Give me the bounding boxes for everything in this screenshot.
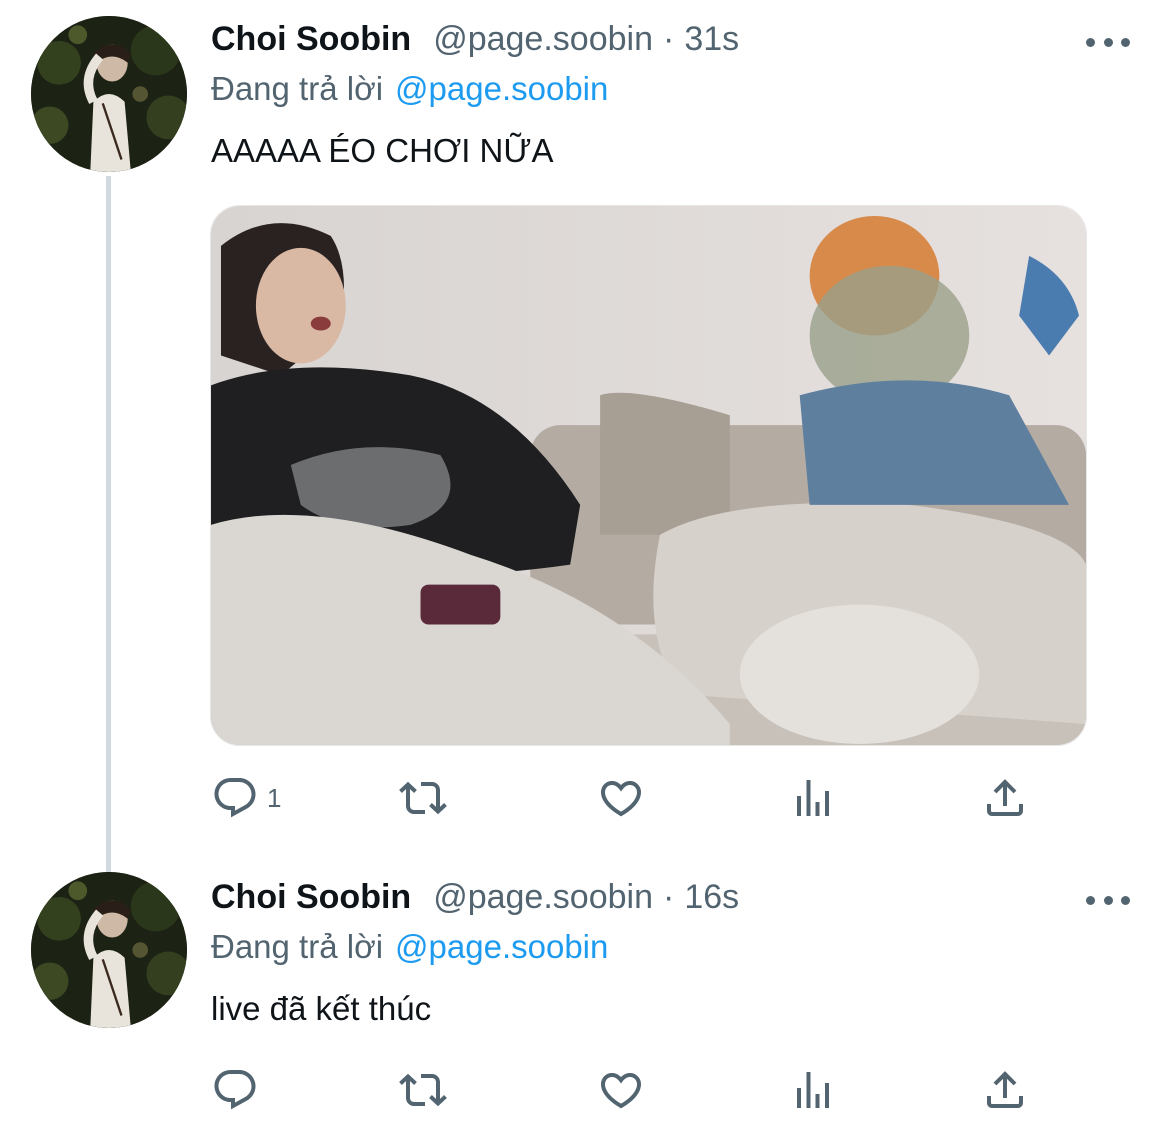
retweet-button[interactable]: [399, 768, 447, 828]
views-button[interactable]: [789, 1060, 837, 1120]
tweet-media-image[interactable]: [210, 205, 1087, 746]
retweet-button[interactable]: [399, 1060, 447, 1120]
more-dot-icon: [1121, 37, 1130, 47]
like-button[interactable]: [597, 768, 645, 828]
media-photo: [211, 206, 1086, 745]
user-handle[interactable]: @page.soobin: [433, 20, 653, 59]
timestamp[interactable]: 16s: [684, 878, 739, 917]
tweet-text: AAAAA ÉO CHƠI NỮA: [211, 132, 554, 169]
tweet-actions: [211, 1060, 1081, 1120]
avatar[interactable]: [31, 16, 187, 172]
reply-icon: [211, 1066, 259, 1114]
tweet-header: Choi Soobin @page.soobin · 31s: [211, 20, 739, 70]
like-button[interactable]: [597, 1060, 645, 1120]
share-icon: [981, 1066, 1029, 1114]
views-button[interactable]: [789, 768, 837, 828]
reply-prefix: Đang trả lời: [211, 70, 384, 107]
views-icon: [789, 1066, 837, 1114]
more-dot-icon: [1103, 895, 1113, 905]
reply-mention-link[interactable]: @page.soobin: [395, 70, 608, 107]
display-name[interactable]: Choi Soobin: [211, 20, 411, 59]
tweet-header: Choi Soobin @page.soobin · 16s: [211, 878, 739, 928]
timestamp[interactable]: 31s: [684, 20, 739, 59]
more-dot-icon: [1121, 895, 1130, 905]
reply-button[interactable]: 1: [211, 768, 281, 828]
tweet-actions: 1: [211, 768, 1081, 828]
more-options-button[interactable]: [1086, 27, 1130, 57]
more-dot-icon: [1086, 37, 1095, 47]
retweet-icon: [399, 774, 447, 822]
more-dot-icon: [1103, 37, 1113, 47]
like-icon: [597, 774, 645, 822]
more-options-button[interactable]: [1086, 885, 1130, 915]
reply-count: 1: [267, 782, 282, 813]
views-icon: [789, 774, 837, 822]
tweet[interactable]: Choi Soobin @page.soobin · 31s Đang trả …: [0, 0, 1170, 860]
share-button[interactable]: [981, 1060, 1029, 1120]
share-icon: [981, 774, 1029, 822]
reply-context: Đang trả lời @page.soobin: [211, 928, 608, 966]
avatar-image: [31, 16, 187, 172]
reply-button[interactable]: [211, 1060, 259, 1120]
like-icon: [597, 1066, 645, 1114]
separator-dot: ·: [662, 20, 675, 58]
user-handle[interactable]: @page.soobin: [433, 878, 653, 917]
reply-prefix: Đang trả lời: [211, 928, 384, 965]
reply-icon: [211, 774, 259, 822]
reply-context: Đang trả lời @page.soobin: [211, 70, 608, 108]
tweet-text: live đã kết thúc: [211, 990, 432, 1027]
avatar-image: [31, 872, 187, 1028]
more-dot-icon: [1086, 895, 1095, 905]
retweet-icon: [399, 1066, 447, 1114]
avatar[interactable]: [31, 872, 187, 1028]
separator-dot: ·: [662, 878, 675, 916]
share-button[interactable]: [981, 768, 1029, 828]
reply-mention-link[interactable]: @page.soobin: [395, 928, 608, 965]
display-name[interactable]: Choi Soobin: [211, 878, 411, 917]
